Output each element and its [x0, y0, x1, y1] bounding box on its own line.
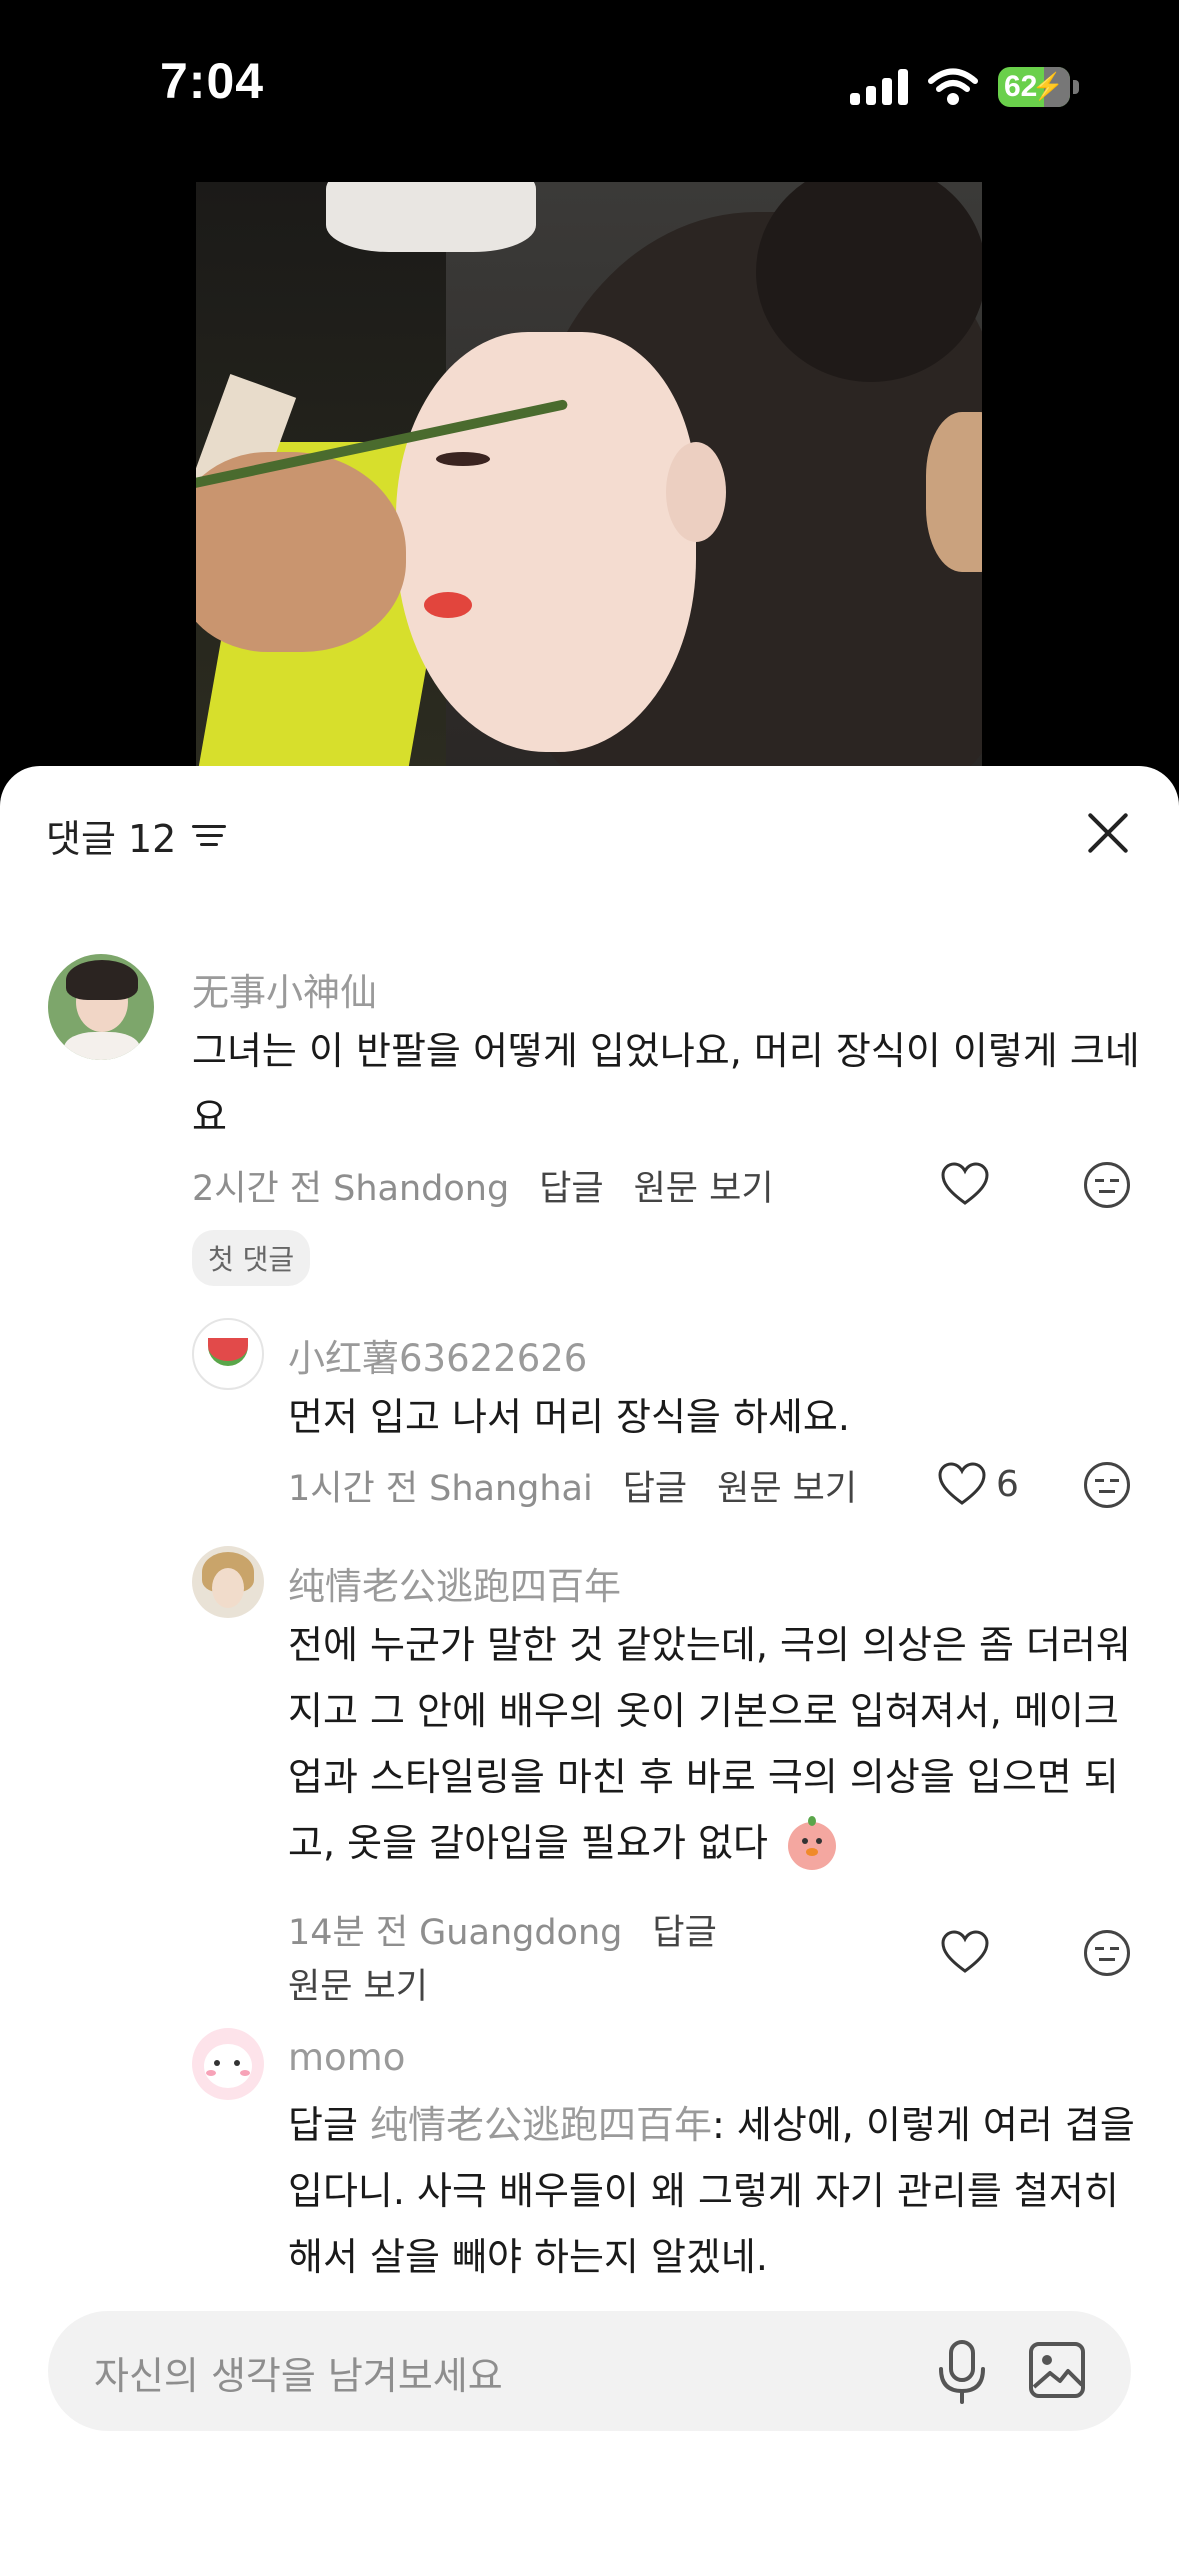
comment-sheet: 댓글 12 无事小神仙 그녀는 이 반팔을 어떻게 입었나요, 머리 장식이 이… — [0, 766, 1179, 2556]
view-original-button[interactable]: 원문 보기 — [288, 1958, 428, 2009]
reply-button[interactable]: 답글 — [539, 1160, 603, 1211]
comment-count-title: 댓글 12 — [46, 808, 228, 863]
avatar[interactable] — [192, 1318, 264, 1390]
mention-link[interactable]: 纯情老公逃跑四百年 — [370, 2103, 712, 2147]
image-icon[interactable] — [1028, 2341, 1086, 2399]
comment-meta: 2시간 전 Shandong 답글 원문 보기 — [192, 1160, 774, 1211]
avatar[interactable] — [192, 1546, 264, 1618]
heart-icon[interactable] — [938, 1462, 986, 1506]
comment-sheet-header: 댓글 12 — [0, 766, 1179, 896]
comment-time-location: 2시간 전 Shandong — [192, 1169, 510, 1209]
reaction-emoji-icon[interactable] — [1084, 1930, 1130, 1976]
view-original-button[interactable]: 원문 보기 — [717, 1460, 857, 1511]
heart-icon[interactable] — [941, 1930, 989, 1974]
status-bar: 7:04 62 ⚡ — [0, 0, 1179, 170]
first-comment-badge: 첫 댓글 — [192, 1230, 311, 1286]
avatar[interactable] — [192, 2028, 264, 2100]
status-icons: 62 ⚡ — [850, 62, 1079, 112]
comment-input-bar[interactable]: 자신의 생각을 남겨보세요 — [48, 2311, 1131, 2431]
comment-text: 먼저 입고 나서 머리 장식을 하세요. — [288, 1395, 850, 1439]
status-time: 7:04 — [160, 53, 265, 109]
video-player[interactable] — [196, 182, 982, 782]
comment-text: 답글 纯情老公逃跑四百年: 세상에, 이렇게 여러 겹을 입다니. 사극 배우들… — [288, 2092, 1138, 2290]
reply-button[interactable]: 답글 — [652, 1904, 716, 1955]
wifi-icon — [928, 68, 978, 105]
comment-time-location: 14분 전 Guangdong — [288, 1913, 623, 1953]
comment-meta: 1시간 전 Shanghai 답글 원문 보기 — [288, 1460, 857, 1511]
comment-author[interactable]: momo — [288, 2036, 405, 2079]
cellular-signal-icon — [850, 69, 908, 105]
battery-icon: 62 ⚡ — [998, 67, 1079, 107]
comment-author[interactable]: 无事小神仙 — [192, 962, 377, 1016]
comment-author[interactable]: 纯情老公逃跑四百年 — [288, 1556, 621, 1610]
like-count: 6 — [996, 1464, 1019, 1505]
comment-count-label: 댓글 12 — [46, 817, 177, 861]
battery-level: 62 — [1004, 70, 1038, 103]
view-original-button[interactable]: 원문 보기 — [634, 1160, 774, 1211]
comment-text: 그녀는 이 반팔을 어떻게 입었나요, 머리 장식이 이렇게 크네요 — [192, 1029, 1140, 1139]
comment-text: 전에 누군가 말한 것 같았는데, 극의 의상은 좀 더러워지고 그 안에 배우… — [288, 1612, 1138, 1876]
chick-emoji-icon — [788, 1815, 837, 1870]
comment-author[interactable]: 小红薯63622626 — [288, 1328, 587, 1382]
comment-input[interactable]: 자신의 생각을 남겨보세요 — [94, 2345, 503, 2400]
close-icon[interactable] — [1085, 810, 1131, 856]
microphone-icon[interactable] — [934, 2339, 990, 2405]
avatar[interactable] — [48, 954, 154, 1060]
comment-text-content: 전에 누군가 말한 것 같았는데, 극의 의상은 좀 더러워지고 그 안에 배우… — [288, 1623, 1131, 1865]
reaction-emoji-icon[interactable] — [1084, 1462, 1130, 1508]
comment-meta-row2: 원문 보기 — [288, 1958, 428, 2009]
sort-icon[interactable] — [192, 821, 228, 851]
reaction-emoji-icon[interactable] — [1084, 1162, 1130, 1208]
reply-prefix: 답글 — [288, 2103, 358, 2147]
reply-button[interactable]: 답글 — [623, 1460, 687, 1511]
heart-icon[interactable] — [941, 1162, 989, 1206]
comment-time-location: 1시간 전 Shanghai — [288, 1469, 593, 1509]
comment-meta: 14분 전 Guangdong 답글 — [288, 1904, 717, 1955]
